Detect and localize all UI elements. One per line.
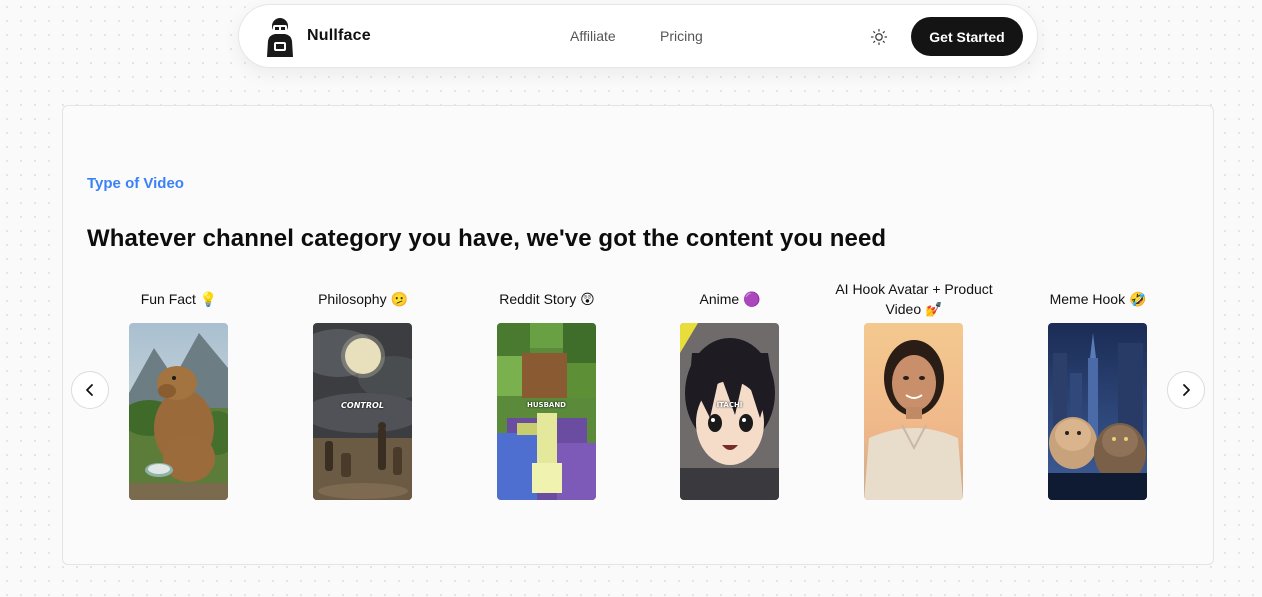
section-eyebrow: Type of Video [87, 175, 184, 192]
video-thumbnail-philosophy[interactable]: CONTROL [313, 323, 412, 500]
nullface-logo-icon[interactable] [263, 17, 297, 57]
video-type-title: Anime 🟣 [638, 278, 822, 320]
face-diagonal-mouth-icon: 🫤 [390, 291, 408, 307]
video-thumbnail-ai-hook-avatar[interactable] [864, 323, 963, 500]
video-type-card-philosophy[interactable]: Philosophy 🫤 CONTROL [271, 278, 455, 500]
video-thumbnail-anime[interactable]: ITACHI [680, 323, 779, 500]
thumbnail-caption: ITACHI [716, 401, 743, 409]
video-type-title: AI Hook Avatar + Product Video 💅 [822, 278, 1006, 320]
video-type-card-reddit-story[interactable]: Reddit Story 😲 HUSBAND [455, 278, 639, 500]
video-types-section: Type of Video Whatever channel category … [62, 105, 1214, 565]
video-type-title: Philosophy 🫤 [271, 278, 455, 320]
lightbulb-icon: 💡 [199, 291, 218, 307]
brand-name[interactable]: Nullface [307, 27, 371, 45]
video-type-label: Reddit Story [499, 291, 577, 307]
sun-icon[interactable] [870, 28, 888, 46]
circle-icon: 🟣 [743, 291, 761, 307]
nav-link-affiliate[interactable]: Affiliate [570, 28, 616, 44]
video-thumbnail-meme-hook[interactable] [1048, 323, 1147, 500]
navbar: Nullface Affiliate Pricing Get Started [238, 4, 1038, 68]
nav-link-pricing[interactable]: Pricing [660, 28, 703, 44]
video-thumbnail-fun-fact[interactable] [129, 323, 228, 500]
nail-polish-icon: 💅 [925, 301, 943, 317]
video-type-card-meme-hook[interactable]: Meme Hook 🤣 [1006, 278, 1190, 500]
astonished-face-icon: 😲 [580, 291, 595, 307]
thumbnail-caption: CONTROL [341, 401, 384, 410]
rolling-laughing-face-icon: 🤣 [1128, 291, 1147, 307]
video-type-card-fun-fact[interactable]: Fun Fact 💡 [87, 278, 271, 500]
video-type-title: Meme Hook 🤣 [1006, 278, 1190, 320]
video-type-title: Reddit Story 😲 [455, 278, 639, 320]
video-type-label: Meme Hook [1049, 291, 1126, 307]
section-heading: Whatever channel category you have, we'v… [87, 225, 887, 252]
get-started-button[interactable]: Get Started [911, 17, 1023, 56]
video-type-title: Fun Fact 💡 [87, 278, 271, 320]
video-type-label: Philosophy [318, 291, 387, 307]
video-type-label: AI Hook Avatar + Product Video [835, 281, 993, 317]
video-thumbnail-reddit-story[interactable]: HUSBAND [497, 323, 596, 500]
video-type-label: Fun Fact [140, 291, 196, 307]
video-type-label: Anime [699, 291, 740, 307]
video-type-card-anime[interactable]: Anime 🟣 ITACHI [638, 278, 822, 500]
thumbnail-caption: HUSBAND [526, 401, 566, 409]
video-type-card-ai-hook-avatar[interactable]: AI Hook Avatar + Product Video 💅 [822, 278, 1006, 500]
